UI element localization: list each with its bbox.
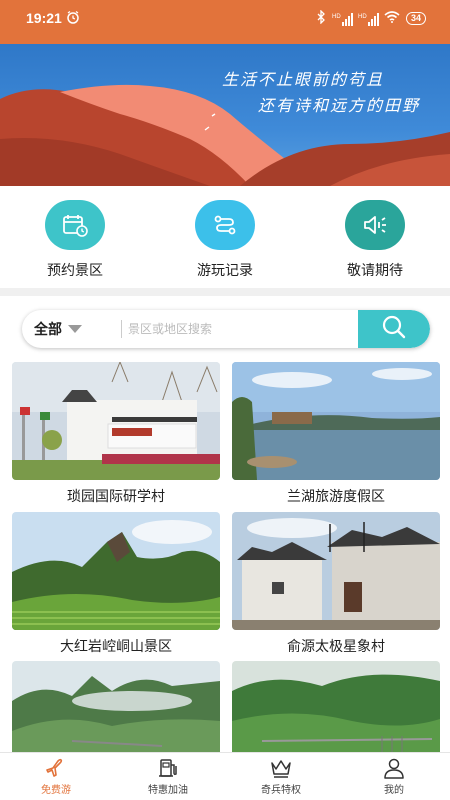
scenic-card[interactable]: 大红岩崆峒山景区 bbox=[12, 512, 220, 656]
tab-privileges[interactable]: 奇兵特权 bbox=[241, 757, 321, 796]
battery-indicator: 34 bbox=[405, 12, 426, 25]
region-filter-dropdown[interactable]: 全部 bbox=[34, 310, 82, 348]
network-label-1: HD bbox=[332, 14, 341, 20]
banner-slogan-line1: 生活不止眼前的苟且 bbox=[222, 70, 385, 89]
scenic-card-title: 俞源太极星象村 bbox=[287, 638, 385, 654]
banner-slogan-line2: 还有诗和远方的田野 bbox=[258, 96, 421, 115]
quick-action-label: 预约景区 bbox=[47, 262, 103, 278]
crown-icon bbox=[241, 757, 321, 779]
user-icon bbox=[354, 757, 434, 779]
quick-action-play-record[interactable]: 游玩记录 bbox=[170, 200, 280, 280]
bottom-tab-bar: 免费游 特惠加油 奇兵特权 我的 bbox=[0, 752, 450, 800]
scenic-photo bbox=[12, 512, 220, 630]
quick-action-coming-soon[interactable]: 敬请期待 bbox=[320, 200, 430, 280]
search-input[interactable] bbox=[128, 310, 356, 348]
wifi-icon bbox=[384, 11, 400, 26]
scenic-photo bbox=[232, 512, 440, 630]
signal-icon-1: HD bbox=[332, 12, 353, 26]
calendar-icon bbox=[45, 200, 105, 250]
scenic-photo bbox=[12, 362, 220, 480]
scenic-card[interactable]: 俞源太极星象村 bbox=[232, 512, 440, 656]
bluetooth-icon bbox=[317, 9, 326, 27]
network-label-2: HD bbox=[358, 14, 367, 20]
tab-profile[interactable]: 我的 bbox=[354, 757, 434, 796]
signal-icon-2: HD bbox=[358, 12, 379, 26]
scenic-card-title: 兰湖旅游度假区 bbox=[287, 488, 385, 504]
search-bar: 全部 bbox=[22, 310, 430, 348]
alarm-icon bbox=[66, 10, 80, 29]
tab-label: 我的 bbox=[384, 785, 404, 796]
plane-icon bbox=[16, 757, 96, 779]
search-button[interactable] bbox=[358, 310, 430, 348]
scenic-card-title: 大红岩崆峒山景区 bbox=[60, 638, 172, 654]
scenic-card[interactable]: 兰湖旅游度假区 bbox=[232, 362, 440, 506]
fuel-pump-icon bbox=[128, 757, 208, 779]
quick-action-book-scenic[interactable]: 预约景区 bbox=[20, 200, 130, 280]
quick-action-label: 游玩记录 bbox=[197, 262, 253, 278]
status-bar: 19:21 HD HD 34 bbox=[0, 0, 450, 44]
tab-fuel-discount[interactable]: 特惠加油 bbox=[128, 757, 208, 796]
scenic-card[interactable]: 琐园国际研学村 bbox=[12, 362, 220, 506]
search-icon bbox=[380, 314, 408, 345]
tab-label: 奇兵特权 bbox=[261, 785, 301, 796]
dropdown-arrow-icon bbox=[68, 325, 82, 333]
speaker-icon bbox=[345, 200, 405, 250]
banner[interactable]: 生活不止眼前的苟且 还有诗和远方的田野 bbox=[0, 44, 450, 186]
scenic-card-title: 琐园国际研学村 bbox=[67, 488, 165, 504]
status-time: 19:21 bbox=[26, 10, 62, 26]
scenic-photo bbox=[232, 362, 440, 480]
quick-actions: 预约景区 游玩记录 敬请期待 bbox=[0, 186, 450, 288]
region-filter-label: 全部 bbox=[34, 321, 62, 337]
quick-action-label: 敬请期待 bbox=[347, 262, 403, 278]
tab-free-travel[interactable]: 免费游 bbox=[16, 757, 96, 796]
section-divider bbox=[0, 288, 450, 296]
tab-label: 免费游 bbox=[41, 785, 71, 796]
search-separator bbox=[121, 320, 122, 338]
tab-label: 特惠加油 bbox=[148, 785, 188, 796]
route-icon bbox=[195, 200, 255, 250]
